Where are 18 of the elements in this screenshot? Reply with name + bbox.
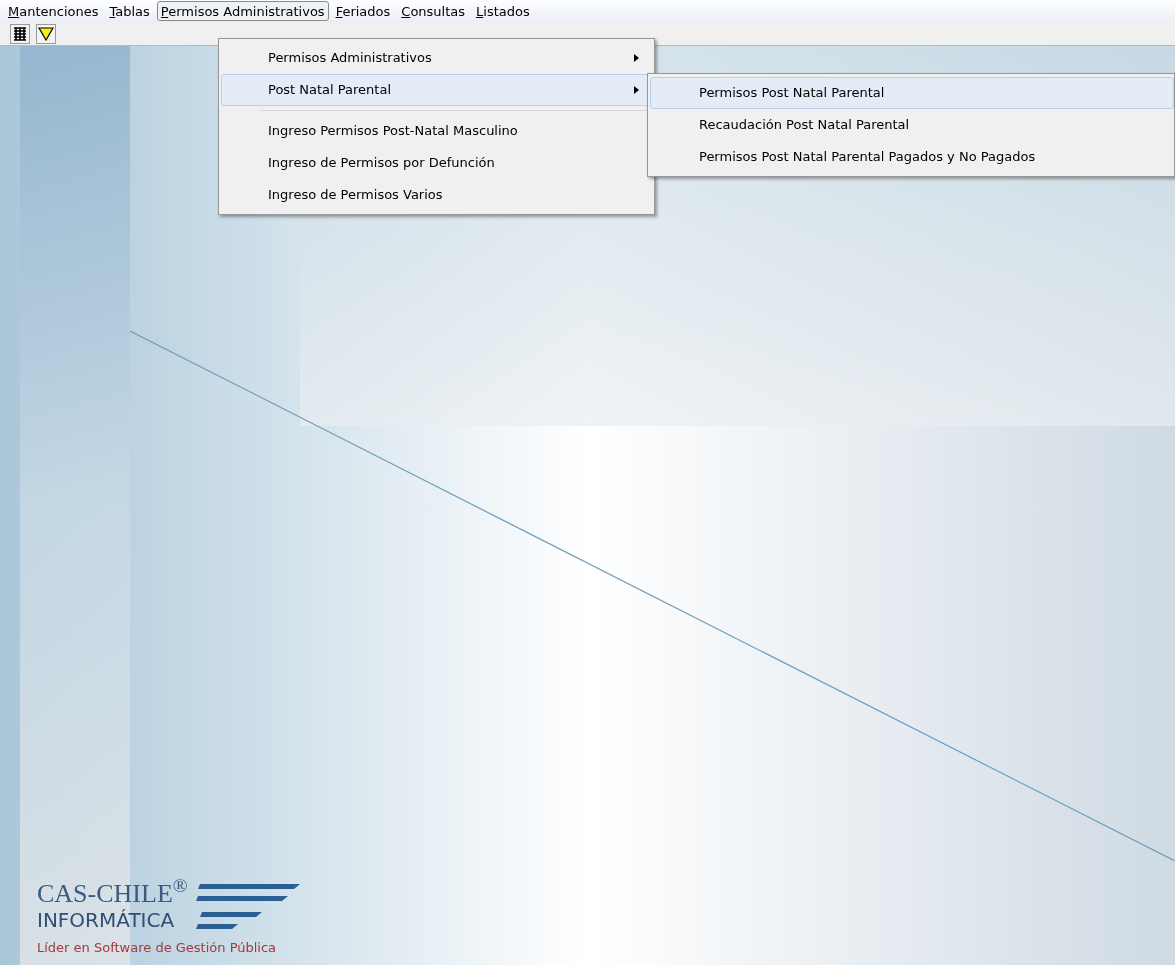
menu-bar-item[interactable]: Tablas [105, 1, 154, 21]
logo-subtitle: INFORMÁTICA [37, 907, 176, 932]
menu-bar-item[interactable]: Feriados [331, 1, 395, 21]
warning-triangle-icon [38, 26, 54, 41]
menu-item[interactable]: Permisos Administrativos [221, 42, 652, 74]
menu-item[interactable]: Recaudación Post Natal Parental [650, 109, 1174, 141]
logo-tagline: Líder en Software de Gestión Pública [37, 938, 278, 957]
toolbar-button[interactable] [10, 23, 30, 44]
grid-icon [12, 25, 28, 42]
menu-bar-item[interactable]: Permisos Administrativos [156, 1, 329, 21]
menu-bar-item[interactable]: Consultas [397, 1, 470, 21]
menu-item[interactable]: Permisos Post Natal Parental Pagados y No Pagados [650, 141, 1174, 173]
menu-item[interactable]: Permisos Post Natal Parental [650, 77, 1174, 109]
menu-bar-item[interactable]: Mantenciones [4, 1, 103, 21]
logo-name: CAS-CHILE$^{®}$ [37, 879, 188, 908]
toolbar-button[interactable] [36, 23, 56, 44]
menu-item[interactable]: Ingreso de Permisos Varios [221, 179, 652, 211]
menu-bar-item[interactable]: Listados [472, 1, 534, 21]
